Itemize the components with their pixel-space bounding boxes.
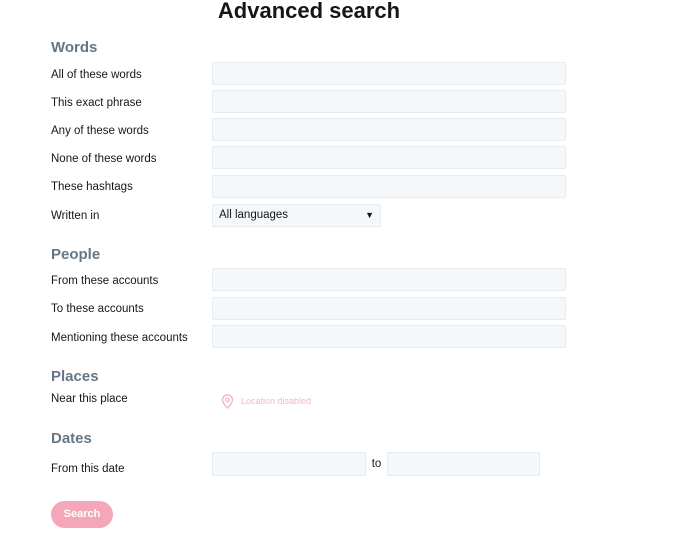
date-separator: to xyxy=(366,452,387,476)
page-title: Advanced search xyxy=(217,0,401,23)
all-words-input[interactable] xyxy=(212,62,566,85)
search-button[interactable]: Search xyxy=(51,501,113,528)
none-words-label: None of these words xyxy=(51,153,157,165)
near-place-label: Near this place xyxy=(51,393,128,405)
exact-phrase-input[interactable] xyxy=(212,90,566,113)
hashtags-input[interactable] xyxy=(212,175,566,198)
all-words-label: All of these words xyxy=(51,69,142,81)
location-pin-icon xyxy=(221,393,234,409)
from-accounts-label: From these accounts xyxy=(51,275,159,287)
section-heading-dates: Dates xyxy=(51,430,92,447)
any-words-label: Any of these words xyxy=(51,125,149,137)
advanced-search-page: Advanced search Words All of these words… xyxy=(0,0,700,533)
end-date-input[interactable] xyxy=(387,452,540,476)
to-accounts-input[interactable] xyxy=(212,297,566,320)
from-date-label: From this date xyxy=(51,463,125,475)
any-words-input[interactable] xyxy=(212,118,566,141)
language-select[interactable]: All languages ▼ xyxy=(212,204,381,227)
to-accounts-label: To these accounts xyxy=(51,303,144,315)
language-label: Written in xyxy=(51,210,100,222)
mentioning-accounts-input[interactable] xyxy=(212,325,566,348)
location-toggle[interactable]: Location disabled xyxy=(221,393,311,409)
section-heading-words: Words xyxy=(51,39,98,56)
from-accounts-input[interactable] xyxy=(212,268,566,291)
language-select-value: All languages xyxy=(219,209,289,221)
start-date-input[interactable] xyxy=(212,452,366,476)
none-words-input[interactable] xyxy=(212,146,566,169)
exact-phrase-label: This exact phrase xyxy=(51,97,142,109)
location-status: Location disabled xyxy=(241,396,312,406)
hashtags-label: These hashtags xyxy=(51,181,133,193)
section-heading-people: People xyxy=(51,246,101,263)
mentioning-accounts-label: Mentioning these accounts xyxy=(51,332,188,344)
caret-down-icon: ▼ xyxy=(365,210,374,220)
section-heading-places: Places xyxy=(51,368,99,385)
